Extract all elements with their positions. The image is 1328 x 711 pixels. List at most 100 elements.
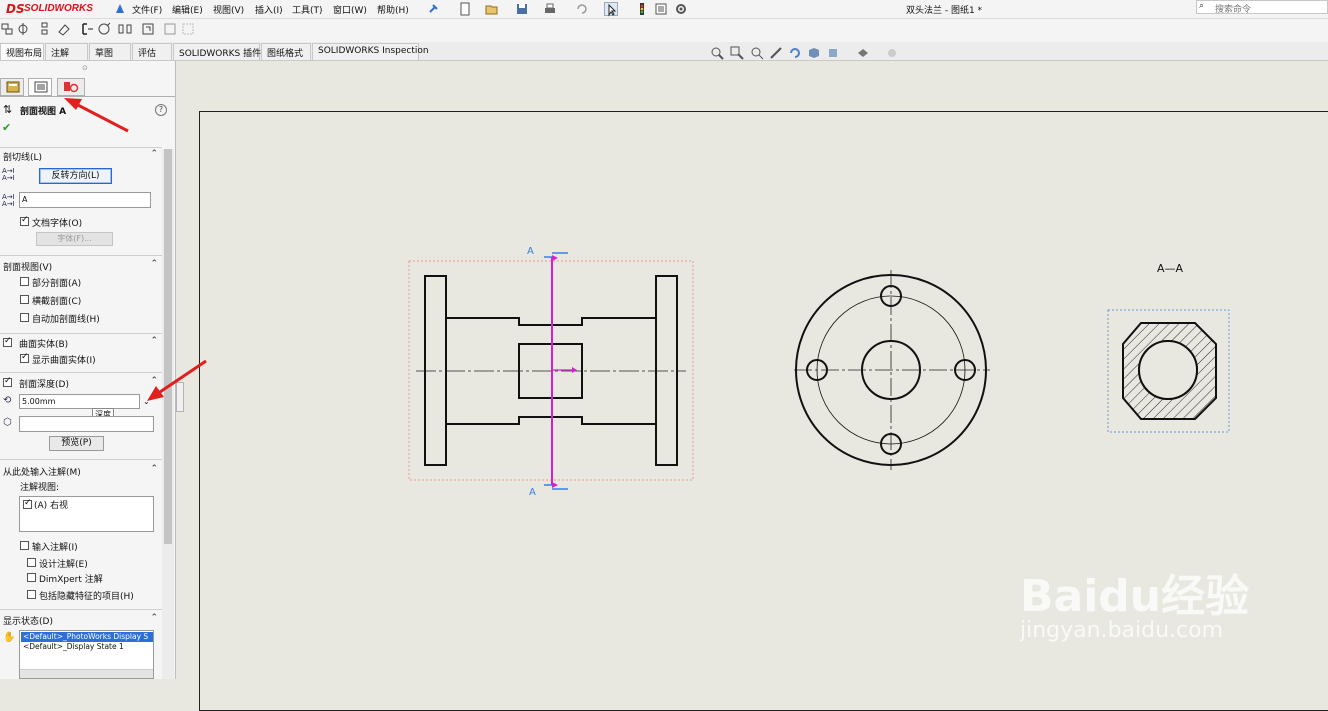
scene-icon[interactable]	[885, 46, 899, 60]
empty-view-icon[interactable]	[181, 22, 195, 36]
pan-icon[interactable]	[769, 46, 783, 60]
break-view-icon[interactable]	[118, 22, 132, 36]
projected-view-icon[interactable]	[16, 22, 30, 36]
group-section-view-title: 剖面视图(V)	[3, 263, 53, 273]
group-surface-bodies-header[interactable]: 曲面实体(B) ⌃	[16, 336, 162, 350]
configuration-manager-tab[interactable]	[57, 78, 85, 96]
depth-field[interactable]: 5.00mm	[19, 394, 140, 409]
detail-view-icon[interactable]	[97, 22, 111, 36]
section-view-icon[interactable]	[80, 22, 94, 36]
configuration-icon	[64, 82, 79, 93]
show-surface-bodies-checkbox[interactable]	[20, 352, 29, 363]
search-box[interactable]: ⌕ 搜索命令	[1196, 0, 1328, 15]
group-display-state-header[interactable]: 显示状态(D) ⌃	[0, 613, 162, 627]
display-style-icon[interactable]	[807, 46, 821, 60]
group-separator	[0, 459, 162, 460]
auto-hatch-checkbox[interactable]	[20, 313, 29, 322]
property-manager-tab[interactable]	[28, 78, 52, 96]
undo-icon[interactable]	[575, 2, 589, 16]
auxiliary-view-icon[interactable]	[57, 22, 71, 36]
print-icon[interactable]	[543, 2, 557, 16]
menu-insert[interactable]: 插入(I)	[255, 3, 283, 16]
menu-edit[interactable]: 编辑(E)	[172, 3, 203, 16]
display-state-list[interactable]: <Default>_PhotoWorks Display S <Default>…	[19, 630, 154, 679]
section-view-bore	[1138, 340, 1198, 400]
tab-annotation[interactable]: 注解	[45, 43, 88, 60]
ok-check-icon[interactable]: ✔	[2, 121, 11, 134]
import-annotations-checkbox[interactable]	[20, 541, 29, 550]
flip-direction-button[interactable]: 反转方向(L)	[39, 168, 112, 184]
menu-pin-icon[interactable]	[113, 2, 127, 16]
feature-manager-tab[interactable]	[0, 78, 24, 96]
group-section-depth-header[interactable]: 剖面深度(D) ⌃	[16, 376, 162, 390]
standard-3-view-icon[interactable]	[38, 22, 52, 36]
chevron-up-icon[interactable]: ⌃	[150, 259, 158, 269]
save-icon[interactable]	[515, 2, 529, 16]
previous-view-icon[interactable]	[750, 46, 764, 60]
hide-show-icon[interactable]	[826, 46, 840, 60]
menu-view[interactable]: 视图(V)	[213, 3, 244, 16]
display-state-item[interactable]: <Default>_Display State 1	[21, 642, 153, 652]
hidden-features-checkbox[interactable]	[27, 590, 36, 599]
panel-splitter-handle[interactable]	[176, 382, 184, 412]
solidworks-logo[interactable]: DS SOLIDWORKS	[2, 1, 112, 18]
reference-field[interactable]	[19, 416, 154, 432]
file-properties-icon[interactable]	[654, 2, 668, 16]
crop-view-icon[interactable]	[141, 22, 155, 36]
panel-scrollbar[interactable]	[162, 149, 174, 679]
appearance-icon[interactable]	[856, 46, 870, 60]
list-horizontal-scrollbar[interactable]	[20, 669, 153, 678]
design-annotations-label: 设计注解(E)	[39, 560, 88, 570]
partial-section-checkbox[interactable]	[20, 277, 29, 286]
tab-solidworks-inspection[interactable]: SOLIDWORKS Inspection	[312, 43, 429, 60]
surface-bodies-group-checkbox[interactable]	[3, 336, 12, 347]
panel-scrollbar-thumb[interactable]	[164, 149, 172, 544]
annotation-views-list[interactable]: (A) 右视	[19, 496, 154, 532]
options-gear-icon[interactable]	[674, 2, 688, 16]
font-button[interactable]: 字体(F)...	[36, 232, 113, 246]
tab-view-layout[interactable]: 视图布局	[0, 43, 44, 60]
pin-icon[interactable]	[426, 2, 440, 16]
watermark-brand: Baidu经验	[1020, 571, 1250, 622]
chevron-up-icon[interactable]: ⌃	[150, 376, 158, 386]
group-cutting-line-header[interactable]: 剖切线(L) ⌃	[0, 149, 162, 163]
preview-button[interactable]: 预览(P)	[49, 436, 104, 451]
tab-sketch-label: 草图	[95, 49, 114, 59]
tab-sheet-format[interactable]: 图纸格式	[261, 43, 311, 60]
section-label-field[interactable]: A	[19, 192, 151, 208]
doc-font-checkbox[interactable]	[20, 215, 29, 226]
slice-section-checkbox[interactable]	[20, 295, 29, 304]
menu-file[interactable]: 文件(F)	[132, 3, 162, 16]
rebuild-icon[interactable]	[635, 2, 649, 16]
section-depth-group-checkbox[interactable]	[3, 376, 12, 387]
panel-grip[interactable]: ⊙	[82, 64, 88, 72]
help-icon[interactable]: ?	[155, 104, 167, 116]
zoom-to-area-icon[interactable]	[730, 46, 744, 60]
chevron-up-icon[interactable]: ⌃	[150, 336, 158, 346]
chevron-up-icon[interactable]: ⌃	[150, 149, 158, 159]
group-import-annotations-header[interactable]: 从此处输入注解(M) ⌃	[0, 464, 162, 478]
select-arrow-icon[interactable]	[604, 2, 618, 17]
tab-sketch[interactable]: 草图	[89, 43, 131, 60]
view-item-label: (A) 右视	[34, 501, 69, 511]
open-icon[interactable]	[485, 2, 499, 16]
zoom-to-fit-icon[interactable]	[710, 46, 724, 60]
model-view-icon[interactable]	[0, 22, 14, 36]
chevron-up-icon[interactable]: ⌃	[150, 464, 158, 474]
alternate-position-icon[interactable]	[163, 22, 177, 36]
tab-solidworks-addins[interactable]: SOLIDWORKS 插件	[173, 43, 261, 60]
group-section-view-header[interactable]: 剖面视图(V) ⌃	[0, 259, 162, 273]
new-document-icon[interactable]	[458, 2, 472, 16]
menu-help[interactable]: 帮助(H)	[377, 3, 409, 16]
menu-window[interactable]: 窗口(W)	[333, 3, 367, 16]
design-annotations-checkbox[interactable]	[27, 558, 36, 567]
view-item-checkbox[interactable]	[23, 498, 32, 509]
spin-down-icon[interactable]: ⌄	[143, 397, 150, 406]
display-state-item-selected[interactable]: <Default>_PhotoWorks Display S	[21, 632, 153, 642]
group-display-state-title: 显示状态(D)	[3, 617, 53, 627]
dimxpert-checkbox[interactable]	[27, 573, 36, 582]
menu-tools[interactable]: 工具(T)	[292, 3, 323, 16]
chevron-up-icon[interactable]: ⌃	[150, 613, 158, 623]
rotate-view-icon[interactable]	[788, 46, 802, 60]
tab-evaluate[interactable]: 评估	[132, 43, 172, 60]
